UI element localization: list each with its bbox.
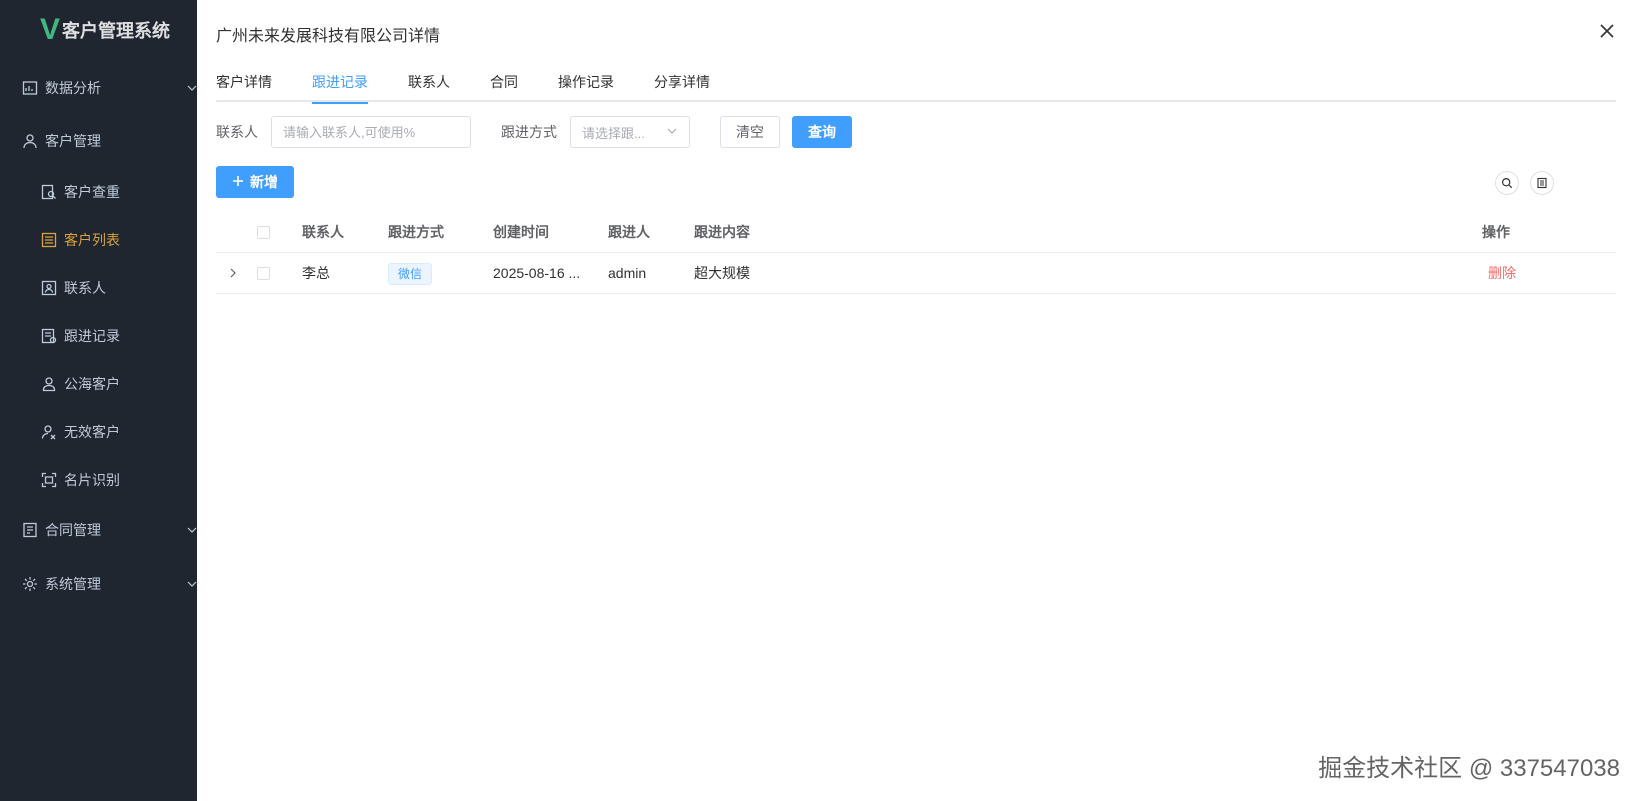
header-method: 跟进方式 (388, 224, 444, 240)
sidebar-item-label: 客户管理 (45, 133, 101, 149)
list-icon (40, 231, 58, 249)
contact-filter-label: 联系人 (216, 124, 258, 140)
method-filter-label: 跟进方式 (501, 124, 557, 140)
person-off-icon (40, 423, 58, 441)
scan-icon (40, 471, 58, 489)
expand-row-icon[interactable] (228, 253, 238, 293)
tab-share-detail[interactable]: 分享详情 (654, 70, 710, 102)
tab-operation-log[interactable]: 操作记录 (558, 70, 614, 102)
follow-records-table: 联系人 跟进方式 创建时间 跟进人 跟进内容 操作 李总 微信 2025-08-… (216, 212, 1616, 294)
method-select-placeholder: 请选择跟... (582, 125, 645, 141)
tab-contacts[interactable]: 联系人 (408, 70, 450, 102)
sidebar-item-label: 跟进记录 (64, 328, 120, 344)
close-icon[interactable] (1596, 20, 1618, 42)
sidebar-item-contacts[interactable]: 联系人 (0, 263, 197, 313)
sidebar-item-customer-management[interactable]: 客户管理 (0, 116, 197, 166)
method-select[interactable]: 请选择跟... (570, 116, 690, 148)
cell-created: 2025-08-16 ... (493, 265, 581, 281)
sidebar-item-label: 系统管理 (45, 576, 101, 592)
tab-customer-detail[interactable]: 客户详情 (216, 70, 272, 102)
chevron-down-icon (666, 125, 678, 140)
sidebar-item-card-recognition[interactable]: 名片识别 (0, 455, 197, 505)
table-header: 联系人 跟进方式 创建时间 跟进人 跟进内容 操作 (216, 212, 1616, 253)
person-icon (40, 375, 58, 393)
chart-board-icon (21, 79, 39, 97)
sidebar-item-system-management[interactable]: 系统管理 (0, 559, 197, 609)
header-follower: 跟进人 (608, 224, 650, 240)
tab-follow-records[interactable]: 跟进记录 (312, 70, 368, 104)
cell-contact: 李总 (302, 265, 330, 281)
sidebar-item-customer-list[interactable]: 客户列表 (0, 215, 197, 265)
sidebar-item-label: 合同管理 (45, 522, 101, 538)
app-title: 客户管理系统 (62, 21, 171, 41)
filter-bar: 联系人 跟进方式 请选择跟... 清空 查询 (216, 116, 852, 148)
column-settings-icon[interactable] (1530, 171, 1554, 195)
header-content: 跟进内容 (694, 224, 750, 240)
sidebar-item-public-customers[interactable]: 公海客户 (0, 359, 197, 409)
cell-content: 超大规模 (694, 265, 750, 281)
customer-detail-dialog: 广州未来发展科技有限公司详情 客户详情 跟进记录 联系人 合同 操作记录 分享详… (197, 0, 1638, 801)
dialog-title: 广州未来发展科技有限公司详情 (216, 28, 441, 45)
sidebar-item-invalid-customers[interactable]: 无效客户 (0, 407, 197, 457)
contract-icon (21, 521, 39, 539)
sidebar-item-label: 客户列表 (64, 232, 120, 248)
contact-card-icon (40, 279, 58, 297)
select-all-checkbox[interactable] (257, 226, 270, 239)
sidebar-item-contract-management[interactable]: 合同管理 (0, 505, 197, 555)
cell-method: 微信 (388, 253, 433, 293)
header-contact: 联系人 (302, 224, 344, 240)
sidebar-item-label: 公海客户 (64, 376, 120, 392)
detail-tabs: 客户详情 跟进记录 联系人 合同 操作记录 分享详情 (216, 70, 1616, 104)
tab-contracts[interactable]: 合同 (490, 70, 518, 102)
cell-follower: admin (608, 265, 647, 281)
plus-icon (232, 174, 244, 190)
sidebar-item-label: 数据分析 (45, 80, 101, 96)
query-button[interactable]: 查询 (792, 116, 852, 148)
chevron-down-icon (187, 80, 197, 96)
sidebar: V 客户管理系统 数据分析 客户管理 客户查重 客户列表 联系人 跟进记录 公海… (0, 0, 197, 801)
gear-icon (21, 575, 39, 593)
search-doc-icon (40, 183, 58, 201)
method-tag: 微信 (388, 263, 433, 286)
sidebar-item-label: 联系人 (64, 280, 106, 296)
chevron-down-icon (187, 576, 197, 592)
search-icon[interactable] (1495, 171, 1519, 195)
contact-search-input[interactable] (271, 116, 471, 148)
clear-button[interactable]: 清空 (720, 116, 780, 148)
app-logo: V 客户管理系统 (0, 0, 197, 60)
sidebar-item-data-analysis[interactable]: 数据分析 (0, 63, 197, 113)
sidebar-item-customer-dedupe[interactable]: 客户查重 (0, 167, 197, 217)
logo-mark: V (40, 13, 61, 46)
delete-link[interactable]: 删除 (1488, 253, 1516, 293)
chevron-down-icon (187, 522, 197, 538)
user-icon (21, 132, 39, 150)
table-row: 李总 微信 2025-08-16 ... admin 超大规模 删除 (216, 253, 1616, 294)
sidebar-item-label: 名片识别 (64, 472, 120, 488)
record-icon (40, 327, 58, 345)
header-action: 操作 (1482, 224, 1510, 240)
sidebar-item-follow-records[interactable]: 跟进记录 (0, 311, 197, 361)
add-button-label: 新增 (250, 174, 278, 190)
row-checkbox[interactable] (257, 267, 270, 280)
sidebar-item-label: 无效客户 (64, 424, 120, 440)
header-created: 创建时间 (493, 224, 549, 240)
add-record-button[interactable]: 新增 (216, 166, 294, 198)
watermark: 掘金技术社区 @ 337547038 (1318, 755, 1620, 782)
sidebar-item-label: 客户查重 (64, 184, 120, 200)
